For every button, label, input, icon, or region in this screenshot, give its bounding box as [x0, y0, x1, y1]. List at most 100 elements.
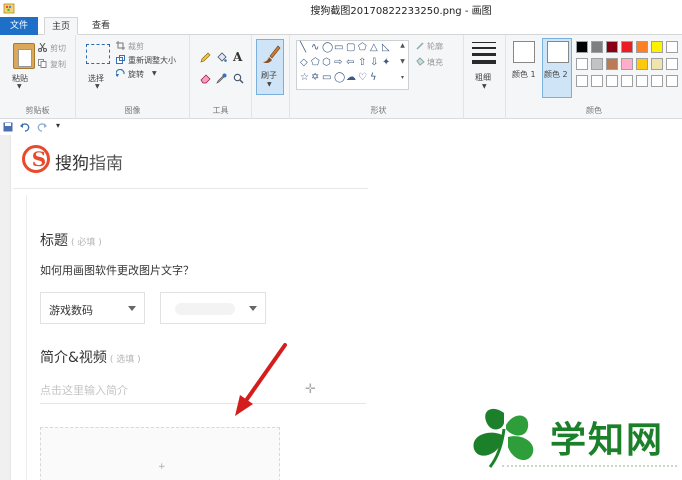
resize-button[interactable]: 重新调整大小 [116, 55, 188, 66]
color-swatch[interactable] [636, 58, 648, 70]
paste-button[interactable]: 粘贴 ▼ [4, 37, 36, 95]
save-icon[interactable] [3, 122, 13, 132]
color-swatch[interactable] [606, 58, 618, 70]
callout-oval-shape-icon[interactable]: ◯ [334, 73, 345, 83]
blurred-value [175, 303, 235, 315]
fill-button[interactable]: 填充 [416, 57, 462, 68]
fill-label: 填充 [427, 58, 443, 67]
arrow-left-shape-icon[interactable]: ⇦ [346, 58, 354, 68]
lightning-shape-icon[interactable]: ϟ [370, 73, 377, 83]
colors-group: 颜色 1 颜色 2 颜色 [506, 35, 682, 119]
arrow-right-shape-icon[interactable]: ⇨ [334, 58, 342, 68]
drawing-canvas[interactable]: S 搜狗指南 标题( 必填 ) 如何用画图软件更改图片文字？ 游戏数码 简介&视… [0, 135, 682, 480]
color-swatch[interactable] [651, 41, 663, 53]
color-swatch[interactable] [651, 75, 663, 87]
five-point-star-shape-icon[interactable]: ☆ [300, 73, 309, 83]
color-swatch[interactable] [591, 41, 603, 53]
callout-cloud-shape-icon[interactable]: ☁ [346, 73, 356, 83]
color-swatch[interactable] [591, 58, 603, 70]
color-picker-icon[interactable] [216, 73, 227, 84]
intro-input[interactable]: 点击这里输入简介 ✛ [40, 380, 366, 404]
color-swatch[interactable] [636, 75, 648, 87]
resize-icon [116, 55, 125, 64]
crop-button[interactable]: 裁剪 [116, 41, 188, 52]
redo-icon[interactable] [37, 122, 47, 132]
polygon-shape-icon[interactable]: ⬠ [358, 43, 367, 53]
right-triangle-shape-icon[interactable]: ◺ [382, 43, 390, 53]
category-dropdown-1[interactable]: 游戏数码 [40, 292, 145, 324]
color-swatch[interactable] [606, 41, 618, 53]
guide-brand: 搜狗 [55, 154, 89, 174]
eraser-icon[interactable] [200, 73, 211, 84]
upload-area[interactable]: + [40, 427, 280, 480]
title-bar: 搜狗截图20170822233250.png - 画图 [0, 0, 682, 17]
outline-button[interactable]: 轮廓 [416, 41, 462, 52]
four-point-star-shape-icon[interactable]: ✦ [382, 58, 390, 68]
copy-icon [38, 59, 47, 68]
color-swatch[interactable] [576, 75, 588, 87]
chevron-down-icon: ▼ [482, 83, 487, 90]
color-swatch[interactable] [666, 75, 678, 87]
color-swatch[interactable] [636, 41, 648, 53]
shapes-scroll-up-icon[interactable]: ▲ [398, 42, 407, 49]
copy-button[interactable]: 复制 [38, 59, 74, 70]
rotate-button[interactable]: 旋转 ▼ [116, 69, 188, 80]
category-dropdown-2[interactable] [160, 292, 266, 324]
six-point-star-shape-icon[interactable]: ✡ [311, 73, 319, 83]
select-button[interactable]: 选择 ▼ [78, 37, 118, 95]
color-swatch[interactable] [621, 41, 633, 53]
curve-shape-icon[interactable]: ∿ [311, 43, 319, 53]
ribbon: 粘贴 ▼ 剪切 复制 剪贴板 选择 ▼ 裁剪 重新调整大小 旋转 ▼ 图像 A … [0, 35, 682, 119]
cut-button[interactable]: 剪切 [38, 43, 74, 54]
copy-label: 复制 [50, 60, 66, 69]
callout-rect-shape-icon[interactable]: ▭ [322, 73, 331, 83]
header-divider [13, 188, 368, 189]
color-swatch[interactable] [621, 75, 633, 87]
sogou-logo-letter: S [31, 147, 47, 171]
heart-shape-icon[interactable]: ♡ [358, 73, 367, 83]
color-swatch[interactable] [576, 41, 588, 53]
line-shape-icon[interactable]: ╲ [300, 43, 306, 53]
brushes-button[interactable]: 刷子 ▼ [256, 39, 284, 95]
title-label: 标题 [40, 233, 68, 249]
chevron-down-icon [249, 306, 257, 311]
customize-qat-icon[interactable]: ▾ [56, 121, 60, 130]
pentagon-shape-icon[interactable]: ⬠ [311, 58, 320, 68]
tab-home[interactable]: 主页 [44, 17, 78, 35]
rounded-rectangle-shape-icon[interactable]: ▢ [346, 43, 355, 53]
color-swatch[interactable] [666, 41, 678, 53]
tab-view[interactable]: 查看 [84, 17, 118, 35]
paste-icon [13, 43, 35, 69]
color-swatch[interactable] [576, 58, 588, 70]
title-field-label: 标题( 必填 ) [40, 230, 102, 250]
colors-group-label: 颜色 [586, 106, 602, 115]
color-swatch[interactable] [606, 75, 618, 87]
text-tool-icon[interactable]: A [233, 50, 242, 64]
arrow-down-shape-icon[interactable]: ⇩ [370, 58, 378, 68]
arrow-up-shape-icon[interactable]: ⇧ [358, 58, 366, 68]
hexagon-shape-icon[interactable]: ⬡ [322, 58, 331, 68]
fill-bucket-icon[interactable] [216, 52, 227, 63]
diamond-shape-icon[interactable]: ◇ [300, 58, 308, 68]
title-value[interactable]: 如何用画图软件更改图片文字？ [40, 262, 194, 278]
tools-group: A 工具 [190, 35, 252, 119]
pencil-icon[interactable] [200, 52, 211, 63]
crop-label: 裁剪 [128, 42, 144, 51]
color-swatch[interactable] [621, 58, 633, 70]
tab-file[interactable]: 文件 [0, 17, 38, 35]
color2-swatch [547, 41, 569, 63]
color1-swatch[interactable] [513, 41, 535, 63]
image-group: 选择 ▼ 裁剪 重新调整大小 旋转 ▼ 图像 [76, 35, 190, 119]
oval-shape-icon[interactable]: ◯ [322, 43, 333, 53]
shapes-expand-icon[interactable]: ▾ [398, 74, 407, 81]
rectangle-shape-icon[interactable]: ▭ [334, 43, 343, 53]
magnifier-icon[interactable] [233, 73, 244, 84]
outline-icon [416, 42, 424, 50]
triangle-shape-icon[interactable]: △ [370, 43, 378, 53]
color-swatch[interactable] [591, 75, 603, 87]
size-button[interactable]: 粗细 ▼ [466, 38, 504, 96]
shapes-scroll-down-icon[interactable]: ▼ [398, 58, 407, 65]
color-swatch[interactable] [666, 58, 678, 70]
undo-icon[interactable] [20, 122, 30, 132]
color-swatch[interactable] [651, 58, 663, 70]
